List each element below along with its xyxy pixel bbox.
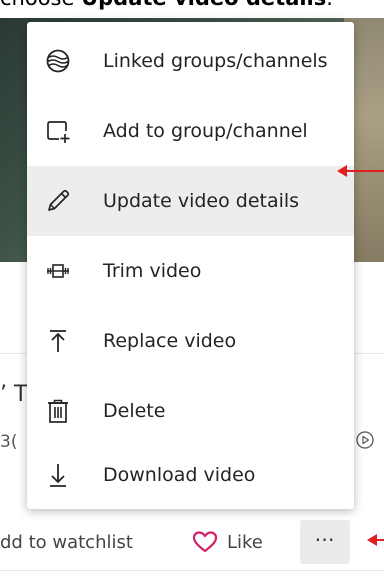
- instruction-prefix: choose: [0, 0, 81, 10]
- video-meta-fragment: 3(: [0, 432, 18, 452]
- like-button[interactable]: Like: [227, 532, 263, 553]
- menu-item-add-to-group[interactable]: Add to group/channel: [27, 96, 354, 166]
- arrow-head: [367, 534, 377, 546]
- arrow-shaft: [376, 539, 384, 541]
- arrow-head: [337, 165, 347, 177]
- menu-item-linked-groups[interactable]: Linked groups/channels: [27, 26, 354, 96]
- video-title-fragment: ’ T: [0, 382, 28, 407]
- replace-upload-icon: [45, 328, 71, 354]
- menu-item-label: Trim video: [103, 260, 202, 282]
- add-to-watchlist-button[interactable]: dd to watchlist: [0, 532, 133, 553]
- trash-icon: [45, 398, 71, 424]
- divider: [0, 570, 384, 571]
- arrow-shaft: [346, 170, 384, 172]
- menu-item-label: Add to group/channel: [103, 120, 308, 142]
- pencil-icon: [45, 188, 71, 214]
- menu-item-download-video[interactable]: Download video: [27, 440, 354, 509]
- menu-item-update-video-details[interactable]: Update video details: [27, 166, 354, 236]
- menu-item-label: Download video: [103, 464, 256, 486]
- menu-item-replace-video[interactable]: Replace video: [27, 306, 354, 376]
- linked-groups-icon: [45, 48, 71, 74]
- menu-item-label: Update video details: [103, 190, 300, 212]
- menu-item-label: Delete: [103, 400, 166, 422]
- trim-icon: [45, 258, 71, 284]
- context-menu: Linked groups/channels Add to group/chan…: [27, 22, 354, 509]
- add-to-group-icon: [45, 118, 71, 144]
- download-icon: [45, 462, 71, 488]
- more-options-button[interactable]: ⋯: [300, 520, 350, 564]
- menu-item-label: Replace video: [103, 330, 237, 352]
- play-circle-icon[interactable]: [355, 430, 375, 450]
- heart-icon[interactable]: [192, 530, 218, 554]
- menu-item-label: Linked groups/channels: [103, 50, 328, 72]
- menu-item-trim-video[interactable]: Trim video: [27, 236, 354, 306]
- instruction-text: choose Update video details.: [0, 0, 384, 16]
- instruction-bold: Update video details: [81, 0, 326, 10]
- video-actions-row: dd to watchlist Like ⋯: [0, 520, 384, 564]
- instruction-suffix: .: [326, 0, 333, 10]
- menu-item-delete[interactable]: Delete: [27, 376, 354, 446]
